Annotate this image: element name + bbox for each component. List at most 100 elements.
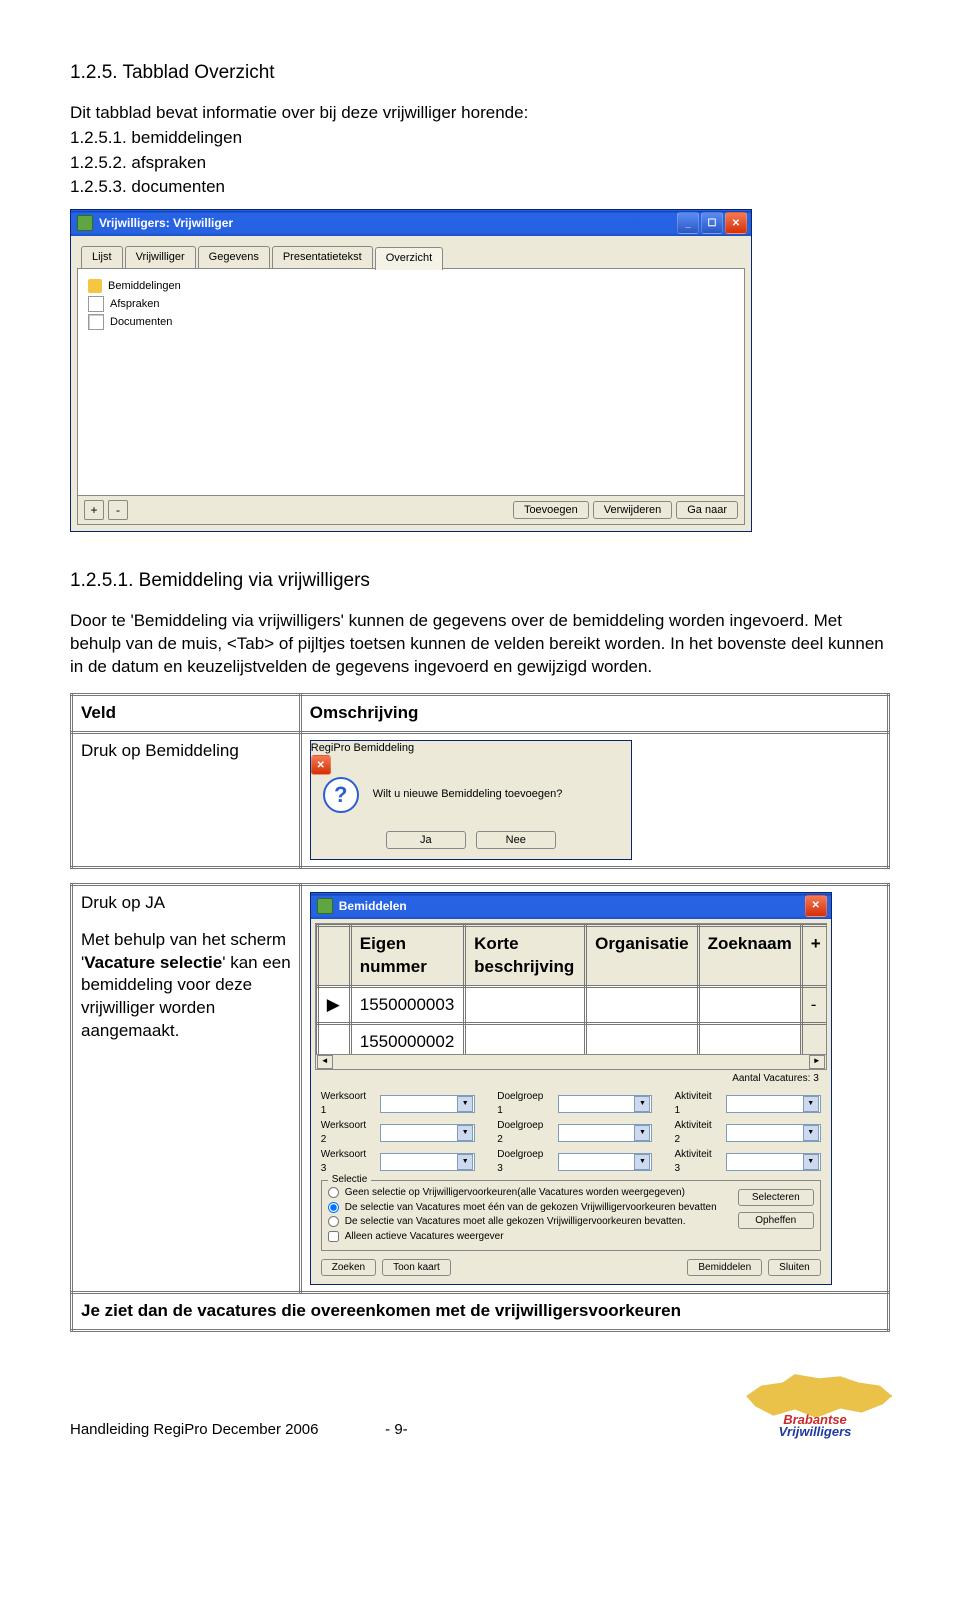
row-desc: Met behulp van het scherm 'Vacature sele…	[81, 929, 291, 1044]
selectie-groupbox: Selectie Geen selectie op Vrijwilligervo…	[321, 1180, 821, 1251]
app-icon	[77, 215, 93, 231]
app-icon	[317, 898, 333, 914]
close-icon[interactable]: ✕	[311, 755, 331, 775]
chevron-down-icon: ▼	[457, 1125, 473, 1141]
row-title: Druk op JA	[81, 892, 291, 915]
vacature-grid[interactable]: Eigen nummer Korte beschrijving Organisa…	[315, 923, 827, 1055]
aktiviteit1-select[interactable]: ▼	[726, 1095, 821, 1113]
filter-label: Aktiviteit 1	[674, 1090, 720, 1117]
doc-icon	[88, 314, 104, 330]
grid-cell[interactable]: 1550000002	[350, 1024, 464, 1055]
bemiddelen-window: Bemiddelen ✕ Eigen nummer Korte beschrij…	[310, 892, 832, 1286]
close-icon[interactable]: ✕	[805, 895, 827, 917]
chevron-down-icon: ▼	[457, 1154, 473, 1170]
window-title: Vrijwilligers: Vrijwilliger	[99, 215, 233, 231]
filter-label: Doelgroep 1	[497, 1090, 551, 1117]
filter-label: Werksoort 1	[321, 1090, 375, 1117]
logo-line2: Vrijwilligers	[740, 1426, 890, 1438]
werksoort1-select[interactable]: ▼	[380, 1095, 475, 1113]
tab-presentatietekst[interactable]: Presentatietekst	[272, 246, 373, 269]
selectie-radio-none[interactable]	[328, 1187, 339, 1198]
minimize-icon[interactable]: _	[677, 212, 699, 234]
maximize-icon[interactable]: ☐	[701, 212, 723, 234]
filter-label: Werksoort 2	[321, 1119, 375, 1146]
brabantse-logo: Brabantse Vrijwilligers	[740, 1372, 890, 1440]
zoeken-button[interactable]: Zoeken	[321, 1259, 376, 1276]
intro-paragraph: Dit tabblad bevat informatie over bij de…	[70, 102, 890, 125]
radio-label: Geen selectie op Vrijwilligervoorkeuren(…	[345, 1186, 685, 1200]
veld-omschrijving-table: Veld Omschrijving Druk op Bemiddeling Re…	[70, 693, 890, 869]
opheffen-button[interactable]: Opheffen	[738, 1212, 814, 1229]
page-number: - 9-	[385, 1421, 408, 1438]
chevron-down-icon: ▼	[634, 1125, 650, 1141]
filter-label: Werksoort 3	[321, 1148, 375, 1175]
plus-col[interactable]: +	[801, 925, 827, 986]
col-organisatie: Organisatie	[586, 925, 699, 986]
bemiddelen-button[interactable]: Bemiddelen	[687, 1259, 762, 1276]
dialog-message: Wilt u nieuwe Bemiddeling toevoegen?	[373, 787, 563, 802]
tree-label: Afspraken	[110, 297, 160, 312]
list-item: 1.2.5.3. documenten	[70, 176, 890, 199]
tab-vrijwilliger[interactable]: Vrijwilliger	[125, 246, 196, 269]
tab-gegevens[interactable]: Gegevens	[198, 246, 270, 269]
chevron-down-icon: ▼	[634, 1154, 650, 1170]
chevron-down-icon: ▼	[803, 1154, 819, 1170]
aktiviteit3-select[interactable]: ▼	[726, 1153, 821, 1171]
doelgroep2-select[interactable]: ▼	[558, 1124, 653, 1142]
collapse-button[interactable]: -	[108, 500, 128, 520]
question-icon: ?	[323, 777, 359, 813]
tab-lijst[interactable]: Lijst	[81, 246, 123, 269]
werksoort2-select[interactable]: ▼	[380, 1124, 475, 1142]
selectie-radio-all[interactable]	[328, 1216, 339, 1227]
section-heading: 1.2.5. Tabblad Overzicht	[70, 60, 890, 86]
filter-label: Aktiviteit 3	[674, 1148, 720, 1175]
col-veld: Veld	[72, 694, 301, 732]
people-icon	[88, 279, 102, 293]
radio-label: De selectie van Vacatures moet één van d…	[345, 1201, 717, 1215]
nee-button[interactable]: Nee	[476, 831, 556, 849]
tree-node-afspraken[interactable]: Afspraken	[88, 295, 734, 313]
checkbox-label: Alleen actieve Vacatures weergever	[345, 1230, 504, 1244]
tree-node-documenten[interactable]: Documenten	[88, 313, 734, 331]
filter-label: Doelgroep 2	[497, 1119, 551, 1146]
aktiviteit2-select[interactable]: ▼	[726, 1124, 821, 1142]
col-eigennummer: Eigen nummer	[350, 925, 464, 986]
dialog-title: RegiPro Bemiddeling	[311, 741, 414, 756]
expand-button[interactable]: +	[84, 500, 104, 520]
scroll-right-icon[interactable]: ►	[809, 1055, 825, 1069]
tree-node-bemiddelingen[interactable]: Bemiddelingen	[88, 277, 734, 295]
ja-button[interactable]: Ja	[386, 831, 466, 849]
col-zoeknaam: Zoeknaam	[698, 925, 801, 986]
doelgroep3-select[interactable]: ▼	[558, 1153, 653, 1171]
toevoegen-button[interactable]: Toevoegen	[513, 501, 589, 519]
list-item: 1.2.5.1. bemiddelingen	[70, 127, 890, 150]
werksoort3-select[interactable]: ▼	[380, 1153, 475, 1171]
subsection-heading: 1.2.5.1. Bemiddeling via vrijwilligers	[70, 568, 890, 594]
volunteers-window: Vrijwilligers: Vrijwilliger _ ☐ ✕ Lijst …	[70, 209, 752, 532]
selecteren-button[interactable]: Selecteren	[738, 1189, 814, 1206]
grid-cell[interactable]: 1550000003	[350, 986, 464, 1024]
section2-paragraph: Door te 'Bemiddeling via vrijwilligers' …	[70, 610, 890, 679]
col-kortebeschr: Korte beschrijving	[465, 925, 586, 986]
horizontal-scrollbar[interactable]: ◄ ►	[315, 1055, 827, 1070]
close-icon[interactable]: ✕	[725, 212, 747, 234]
filter-label: Aktiviteit 2	[674, 1119, 720, 1146]
doelgroep1-select[interactable]: ▼	[558, 1095, 653, 1113]
verwijderen-button[interactable]: Verwijderen	[593, 501, 672, 519]
window-title: Bemiddelen	[339, 898, 407, 914]
filter-label: Doelgroep 3	[497, 1148, 551, 1175]
scroll-left-icon[interactable]: ◄	[317, 1055, 333, 1069]
selectie-radio-one[interactable]	[328, 1202, 339, 1213]
radio-label: De selectie van Vacatures moet alle geko…	[345, 1215, 686, 1229]
list-item: 1.2.5.2. afspraken	[70, 152, 890, 175]
chevron-down-icon: ▼	[803, 1125, 819, 1141]
tab-overzicht[interactable]: Overzicht	[375, 247, 443, 270]
closing-note: Je ziet dan de vacatures die overeenkome…	[72, 1293, 889, 1331]
chevron-down-icon: ▼	[457, 1096, 473, 1112]
tree-label: Bemiddelingen	[108, 279, 181, 294]
doc-icon	[88, 296, 104, 312]
ga-naar-button[interactable]: Ga naar	[676, 501, 738, 519]
active-only-checkbox[interactable]	[328, 1231, 339, 1242]
toonkaart-button[interactable]: Toon kaart	[382, 1259, 451, 1276]
sluiten-button[interactable]: Sluiten	[768, 1259, 821, 1276]
